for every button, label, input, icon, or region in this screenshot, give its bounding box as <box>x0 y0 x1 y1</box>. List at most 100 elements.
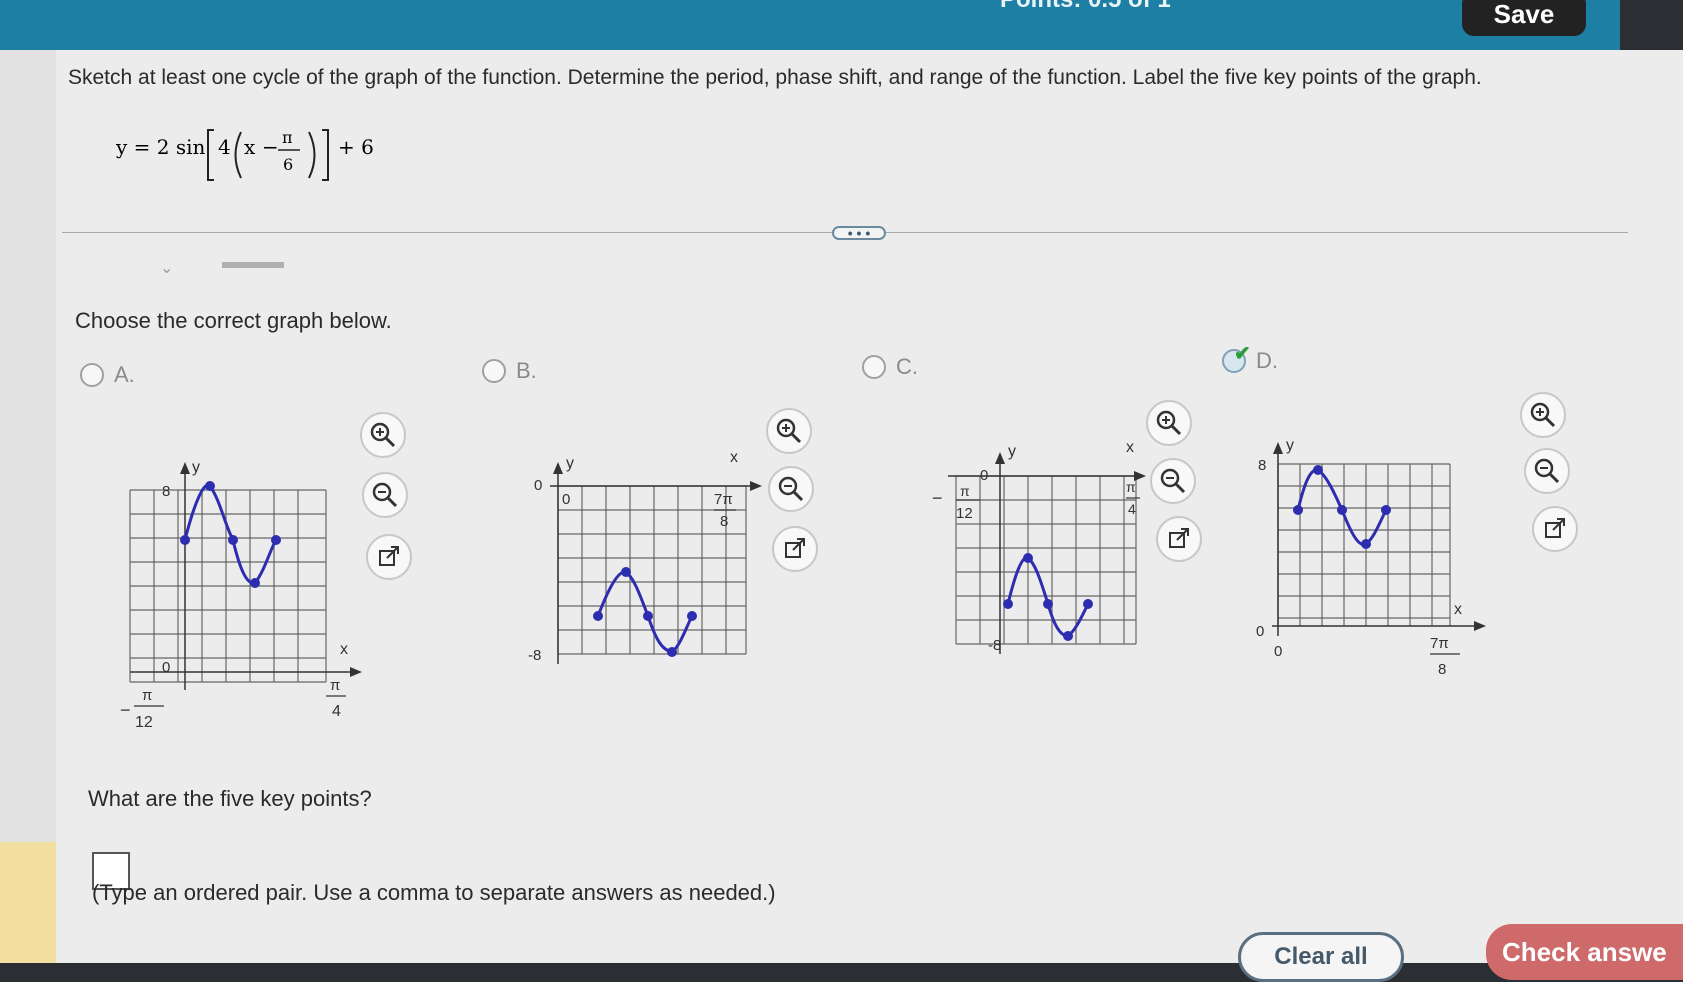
graph-c-xtick-right-num: π <box>1126 479 1136 495</box>
points-indicator: Points: 0.5 of 1 <box>1000 0 1171 14</box>
smudge-bar <box>222 262 284 268</box>
graph-b-svg: 0 y x 0 7π 8 -8 <box>528 449 762 664</box>
graph-d-xtick-right-den: 8 <box>1438 661 1446 678</box>
checkmark-icon: ✔ <box>1234 343 1251 365</box>
graph-a-xtick-right-den: 4 <box>332 703 341 720</box>
zoom-out-icon <box>778 476 804 502</box>
option-d-radio[interactable]: ✔ <box>1222 343 1251 373</box>
graph-c-svg: 0 y x − π 12 π 4 -8 <box>932 439 1146 654</box>
graph-d-xtick-zero: 0 <box>1274 643 1282 660</box>
graph-d-popout-button[interactable] <box>1532 506 1578 552</box>
graph-a-zoom-in-button[interactable] <box>360 412 406 458</box>
graph-d-zoom-out-button[interactable] <box>1524 448 1570 494</box>
graph-b-zoom-out-button[interactable] <box>768 466 814 512</box>
zoom-out-icon <box>372 482 398 508</box>
graph-a-origin: 0 <box>162 659 170 676</box>
five-key-points-label: What are the five key points? <box>88 786 372 811</box>
save-button[interactable]: Save <box>1462 0 1586 36</box>
graph-a-svg: 8 y x 0 − π 12 π 4 <box>120 459 362 731</box>
left-strip <box>0 50 56 963</box>
graph-b-ytick-bottom: -8 <box>528 647 541 664</box>
graph-b[interactable]: 0 y x 0 7π 8 -8 <box>528 449 770 685</box>
graph-c-grid <box>955 475 1137 645</box>
option-d[interactable]: ✔ D. <box>1222 343 1278 374</box>
option-b-label: B. <box>516 358 537 383</box>
graph-a-y-label: y <box>192 459 200 476</box>
graph-a-xtick-left-sign: − <box>120 700 131 720</box>
graph-d[interactable]: 8 y x 0 0 7π 8 <box>1256 430 1522 695</box>
graph-b-xtick-right-den: 8 <box>720 513 728 530</box>
graph-b-origin: 0 <box>562 491 570 508</box>
graph-b-zoom-in-button[interactable] <box>766 408 812 454</box>
graph-a-grid <box>129 489 327 683</box>
graph-c-zoom-out-button[interactable] <box>1150 458 1196 504</box>
popout-icon <box>785 538 805 558</box>
option-b-radio[interactable] <box>482 359 506 383</box>
graph-c-xtick-left-num: π <box>960 483 970 499</box>
zoom-in-icon <box>1156 410 1182 436</box>
graph-c-xtick-left-sign: − <box>932 488 943 508</box>
graph-d-origin: 0 <box>1256 623 1264 640</box>
graph-a-xtick-right-num: π <box>330 677 340 694</box>
graph-c-zoom-in-button[interactable] <box>1146 400 1192 446</box>
graph-a-x-label: x <box>340 641 348 658</box>
graph-d-y-label: y <box>1286 437 1294 454</box>
zoom-in-icon <box>370 422 396 448</box>
option-c-label: C. <box>896 354 918 379</box>
option-d-label: D. <box>1256 348 1278 373</box>
graph-d-xtick-right-num: 7π <box>1430 635 1449 652</box>
graph-c-y-label: y <box>1008 443 1016 460</box>
check-answer-button[interactable]: Check answe <box>1486 924 1683 980</box>
option-b[interactable]: B. <box>482 358 537 384</box>
graph-c-xtick-right-den: 4 <box>1128 501 1136 517</box>
option-a-label: A. <box>114 362 135 387</box>
zoom-out-icon <box>1534 458 1560 484</box>
popout-icon <box>1169 528 1189 548</box>
option-a-radio[interactable] <box>80 363 104 387</box>
function-formula: y = 2 sin 4 x − π 6 + 6 <box>115 128 396 190</box>
smudge-mark: ⌄ <box>160 260 174 277</box>
formula-frac-num: π <box>282 128 293 147</box>
formula-x: x <box>244 135 256 159</box>
graph-b-xtick-right-num: 7π <box>714 491 733 508</box>
graph-b-popout-button[interactable] <box>772 526 818 572</box>
graph-c-popout-button[interactable] <box>1156 516 1202 562</box>
graph-c-xtick-left-den: 12 <box>956 505 973 522</box>
answer-hint: (Type an ordered pair. Use a comma to se… <box>92 880 776 905</box>
formula-lhs: y = 2 sin <box>115 135 206 159</box>
graph-d-svg: 8 y x 0 0 7π 8 <box>1256 437 1486 678</box>
graph-d-x-label: x <box>1454 601 1462 618</box>
graph-c-x-label: x <box>1126 439 1134 456</box>
clear-all-button[interactable]: Clear all <box>1238 932 1404 982</box>
option-c-radio[interactable] <box>862 355 886 379</box>
graph-a-popout-button[interactable] <box>366 534 412 580</box>
graph-c-ytick-top: 0 <box>980 467 988 484</box>
choose-label: Choose the correct graph below. <box>75 308 392 333</box>
option-a[interactable]: A. <box>80 362 135 388</box>
graph-b-x-label: x <box>730 449 738 466</box>
popout-icon <box>379 546 399 566</box>
zoom-out-icon <box>1160 468 1186 494</box>
top-bar: Points: 0.5 of 1 Save <box>0 0 1620 56</box>
graph-a-zoom-out-button[interactable] <box>362 472 408 518</box>
yellow-note <box>0 842 56 963</box>
graph-a-ytick-top: 8 <box>162 483 170 500</box>
option-c[interactable]: C. <box>862 354 918 380</box>
question-prompt: Sketch at least one cycle of the graph o… <box>68 66 1482 89</box>
formula-coefficient: 4 <box>218 135 231 159</box>
more-button[interactable]: • • • <box>832 226 886 240</box>
zoom-in-icon <box>776 418 802 444</box>
graph-a-xtick-left-den: 12 <box>135 714 153 731</box>
graph-c[interactable]: 0 y x − π 12 π 4 -8 <box>900 439 1146 675</box>
graph-a-xtick-left-num: π <box>142 687 152 704</box>
graph-d-zoom-in-button[interactable] <box>1520 392 1566 438</box>
graph-b-y-label: y <box>566 455 574 472</box>
formula-tail: + 6 <box>338 135 374 159</box>
graph-b-ytick-top: 0 <box>534 477 542 494</box>
formula-svg: y = 2 sin 4 x − π 6 + 6 <box>115 128 374 181</box>
graph-a-curve <box>183 483 278 585</box>
formula-minus: − <box>262 135 279 159</box>
popout-icon <box>1545 518 1565 538</box>
graph-a[interactable]: 8 y x 0 − π 12 π 4 <box>110 440 370 735</box>
zoom-in-icon <box>1530 402 1556 428</box>
